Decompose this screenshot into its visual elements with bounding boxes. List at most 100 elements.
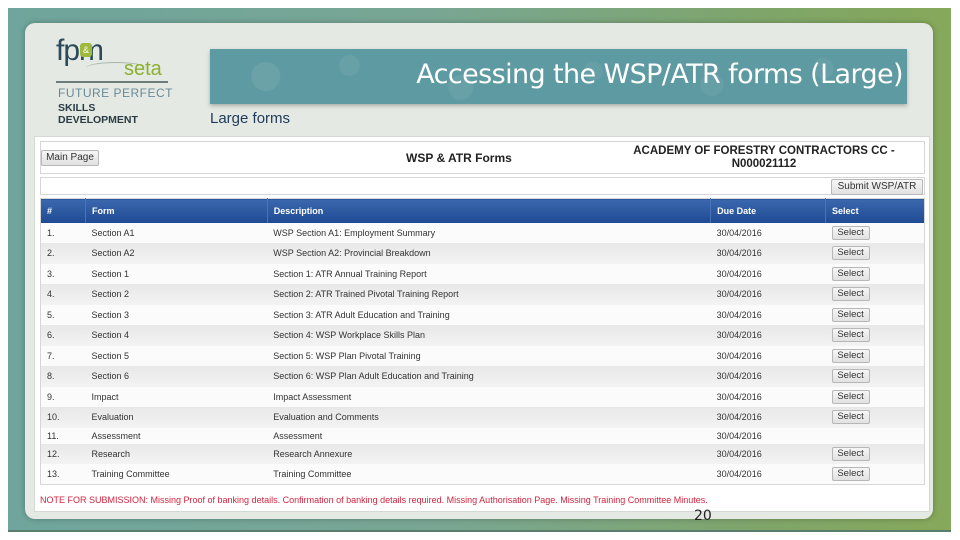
row-form: Section 1: [85, 263, 268, 284]
row-description: Section 4: WSP Workplace Skills Plan: [267, 325, 711, 346]
row-select-cell: [825, 427, 925, 444]
row-number: 9.: [40, 386, 86, 407]
table-row: 7. Section 5 Section 5: WSP Plan Pivotal T…: [40, 345, 925, 366]
row-due-date: 30/04/2016: [710, 366, 826, 387]
row-due-date: 30/04/2016: [710, 345, 826, 366]
row-select-cell: Select: [825, 284, 925, 305]
row-number: 6.: [40, 325, 86, 346]
table-row: 9. Impact Impact Assessment 30/04/2016 Selec…: [40, 386, 925, 407]
row-due-date: 30/04/2016: [710, 222, 826, 243]
select-button[interactable]: Select: [831, 328, 870, 343]
row-due-date: 30/04/2016: [710, 464, 826, 485]
submit-bar: Submit WSP/ATR: [40, 177, 925, 195]
column-header-select: Select: [825, 198, 925, 223]
organisation-name-line1: ACADEMY OF FORESTRY CONTRACTORS CC -: [633, 145, 895, 157]
row-form: Section 2: [85, 284, 268, 305]
table-row: 12. Research Research Annexure 30/04/2016 Se…: [40, 443, 925, 464]
row-form: Section 4: [85, 325, 268, 346]
row-form: Evaluation: [85, 407, 268, 428]
wsp-atr-forms-screenshot: Main Page WSP & ATR Forms ACADEMY OF FOR…: [34, 136, 930, 512]
row-description: WSP Section A1: Employment Summary: [267, 222, 711, 243]
select-button[interactable]: Select: [831, 225, 870, 240]
row-number: 7.: [40, 345, 86, 366]
table-row: 3. Section 1 Section 1: ATR Annual Trainin…: [40, 263, 925, 284]
row-select-cell: Select: [825, 304, 925, 325]
page-number: 20: [694, 508, 712, 524]
row-form: Section A1: [85, 222, 268, 243]
row-select-cell: Select: [825, 222, 925, 243]
row-select-cell: Select: [825, 263, 925, 284]
table-row: 11. Assessment Assessment 30/04/2016: [40, 427, 925, 444]
row-due-date: 30/04/2016: [710, 443, 826, 464]
submission-note: NOTE FOR SUBMISSION: Missing Proof of ba…: [40, 495, 708, 505]
select-button[interactable]: Select: [831, 246, 870, 261]
row-due-date: 30/04/2016: [710, 263, 826, 284]
row-due-date: 30/04/2016: [710, 407, 826, 428]
forms-title: WSP & ATR Forms: [406, 151, 512, 165]
row-select-cell: Select: [825, 407, 925, 428]
row-number: 11.: [40, 427, 86, 444]
logo-seta: seta: [124, 58, 162, 80]
table-row: 1. Section A1 WSP Section A1: Employment S…: [40, 222, 925, 243]
row-select-cell: Select: [825, 345, 925, 366]
logo-ampersand: &: [80, 43, 92, 57]
table-row: 13. Training Committee Training Committee 3…: [40, 464, 925, 485]
row-select-cell: Select: [825, 386, 925, 407]
row-description: WSP Section A2: Provincial Breakdown: [267, 243, 711, 264]
row-form: Section 5: [85, 345, 268, 366]
row-number: 8.: [40, 366, 86, 387]
row-due-date: 30/04/2016: [710, 386, 826, 407]
row-number: 1.: [40, 222, 86, 243]
select-button[interactable]: Select: [831, 446, 870, 461]
row-description: Evaluation and Comments: [267, 407, 711, 428]
row-description: Section 2: ATR Trained Pivotal Training …: [267, 284, 711, 305]
row-description: Section 5: WSP Plan Pivotal Training: [267, 345, 711, 366]
row-form: Assessment: [85, 427, 268, 444]
main-page-button[interactable]: Main Page: [41, 150, 99, 166]
row-form: Section A2: [85, 243, 268, 264]
table-row: 10. Evaluation Evaluation and Comments 30/0…: [40, 407, 925, 428]
select-button[interactable]: Select: [831, 307, 870, 322]
row-description: Research Annexure: [267, 443, 711, 464]
row-form: Section 3: [85, 304, 268, 325]
row-form: Research: [85, 443, 268, 464]
logo-future-perfect: FUTURE PERFECT: [58, 86, 173, 100]
row-description: Impact Assessment: [267, 386, 711, 407]
column-header-due-date: Due Date: [710, 198, 827, 223]
row-form: Impact: [85, 386, 268, 407]
row-due-date: 30/04/2016: [710, 304, 826, 325]
logo-skills-development: SKILLS DEVELOPMENT: [58, 102, 138, 126]
row-number: 5.: [40, 304, 86, 325]
select-button[interactable]: Select: [831, 266, 870, 281]
row-select-cell: Select: [825, 325, 925, 346]
select-button[interactable]: Select: [831, 410, 870, 425]
select-button[interactable]: Select: [831, 287, 870, 302]
row-number: 12.: [40, 443, 86, 464]
row-description: Section 6: WSP Plan Adult Education and …: [267, 366, 711, 387]
column-header-description: Description: [267, 198, 712, 223]
slide-title: Accessing the WSP/ATR forms (Large): [416, 59, 903, 90]
submit-wsp-atr-button[interactable]: Submit WSP/ATR: [831, 179, 923, 195]
column-header-form: Form: [85, 198, 268, 223]
table-row: 6. Section 4 Section 4: WSP Workplace Skil…: [40, 325, 925, 346]
row-description: Assessment: [267, 427, 711, 444]
row-description: Training Committee: [267, 464, 711, 485]
row-due-date: 30/04/2016: [710, 243, 826, 264]
select-button[interactable]: Select: [831, 369, 870, 384]
row-number: 3.: [40, 263, 86, 284]
row-number: 13.: [40, 464, 86, 485]
slide-subtitle: Large forms: [210, 110, 291, 127]
organisation-number: N000021112: [731, 158, 797, 170]
row-select-cell: Select: [825, 464, 925, 485]
select-button[interactable]: Select: [831, 389, 870, 404]
row-number: 10.: [40, 407, 86, 428]
row-number: 2.: [40, 243, 86, 264]
row-form: Training Committee: [85, 464, 268, 485]
table-row: 4. Section 2 Section 2: ATR Trained Pivota…: [40, 284, 925, 305]
table-row: 5. Section 3 Section 3: ATR Adult Educatio…: [40, 304, 925, 325]
select-button[interactable]: Select: [831, 467, 870, 481]
select-button[interactable]: Select: [831, 348, 870, 363]
forms-header-bar: Main Page WSP & ATR Forms ACADEMY OF FOR…: [40, 141, 925, 174]
column-header-number: #: [40, 198, 86, 223]
row-select-cell: Select: [825, 243, 925, 264]
